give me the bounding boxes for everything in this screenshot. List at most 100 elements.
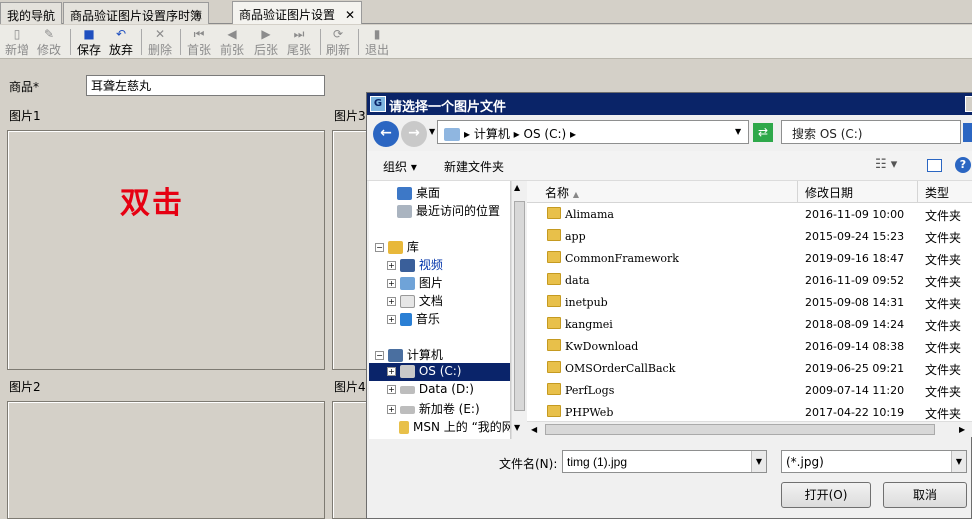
delete-button[interactable]: ✕ 删除 bbox=[145, 27, 175, 57]
toolbar: ▯ 新增 ✎ 修改 ■ 保存 ↶ 放弃 ✕ 删除 ⏮ 首张 ◀ 前张 ▶ 后张 ⏭ 尾张 ⟳ 刷新 … bbox=[0, 25, 972, 59]
goods-input[interactable] bbox=[86, 75, 325, 96]
refresh-icon[interactable]: ⇄ bbox=[753, 123, 773, 142]
tree-item-desktop[interactable]: 桌面 bbox=[369, 183, 510, 201]
image4-label: 图片4 bbox=[334, 380, 366, 394]
column-type[interactable]: 类型 bbox=[925, 184, 949, 201]
tab-my-navigation[interactable]: 我的导航 bbox=[0, 2, 63, 24]
column-name[interactable]: 名称 ▲ bbox=[545, 184, 579, 201]
tree-item-recent[interactable]: 最近访问的位置 bbox=[369, 201, 510, 219]
tab-goods-image-list[interactable]: 商品验证图片设置序时簿 bbox=[63, 2, 210, 24]
preview-pane-icon[interactable] bbox=[927, 159, 942, 172]
exit-button[interactable]: ▮ 退出 bbox=[362, 27, 392, 57]
list-item[interactable]: inetpub 2015-09-08 14:31 文件夹 bbox=[527, 291, 972, 313]
tree-item-music[interactable]: + 音乐 bbox=[369, 309, 510, 327]
list-item[interactable]: CommonFramework 2019-09-16 18:47 文件夹 bbox=[527, 247, 972, 269]
expand-icon[interactable]: + bbox=[387, 279, 396, 288]
list-item[interactable]: PHPWeb 2017-04-22 10:19 文件夹 bbox=[527, 401, 972, 423]
close-tab-icon[interactable]: ✕ bbox=[345, 8, 355, 22]
first-button[interactable]: ⏮ 首张 bbox=[184, 27, 214, 57]
folder-icon bbox=[547, 229, 561, 241]
scroll-up-icon[interactable]: ▲ bbox=[514, 183, 520, 192]
recent-places-icon bbox=[397, 205, 412, 218]
tree-item-pictures[interactable]: + 图片 bbox=[369, 273, 510, 291]
new-folder-button[interactable]: 新建文件夹 bbox=[444, 158, 504, 175]
column-divider[interactable] bbox=[917, 181, 918, 203]
list-horizontal-scrollbar[interactable]: ◀ ▶ bbox=[527, 421, 972, 437]
filename-input[interactable] bbox=[562, 450, 767, 473]
tree-item-documents[interactable]: + 文档 bbox=[369, 291, 510, 309]
edit-button[interactable]: ✎ 修改 bbox=[34, 27, 64, 57]
list-item[interactable]: PerfLogs 2009-07-14 11:20 文件夹 bbox=[527, 379, 972, 401]
address-computer[interactable]: 计算机 bbox=[474, 127, 510, 141]
list-item[interactable]: OMSOrderCallBack 2019-06-25 09:21 文件夹 bbox=[527, 357, 972, 379]
tree-item-data-d[interactable]: + Data (D:) bbox=[369, 381, 510, 399]
pictures-icon bbox=[399, 277, 415, 290]
help-icon[interactable]: ? bbox=[955, 157, 971, 173]
list-item[interactable]: app 2015-09-24 15:23 文件夹 bbox=[527, 225, 972, 247]
collapse-icon[interactable]: − bbox=[375, 351, 384, 360]
tree-scrollbar[interactable]: ▲ ▼ bbox=[511, 181, 527, 439]
tree-item-os-c[interactable]: + OS (C:) bbox=[369, 363, 510, 381]
scroll-left-icon[interactable]: ◀ bbox=[531, 425, 537, 434]
history-dropdown-icon[interactable]: ▼ bbox=[429, 127, 435, 136]
sort-asc-icon: ▲ bbox=[572, 190, 579, 199]
chevron-down-icon[interactable]: ▼ bbox=[751, 451, 766, 472]
file-type-select[interactable]: (*.jpg) bbox=[781, 450, 967, 473]
expand-icon[interactable]: + bbox=[387, 405, 396, 414]
tab-goods-image-settings[interactable]: 商品验证图片设置 ✕ bbox=[232, 1, 363, 24]
address-dropdown-icon[interactable]: ▼ bbox=[735, 127, 741, 136]
new-button[interactable]: ▯ 新增 bbox=[2, 27, 32, 57]
scroll-right-icon[interactable]: ▶ bbox=[959, 425, 965, 434]
list-item[interactable]: Alimama 2016-11-09 10:00 文件夹 bbox=[527, 203, 972, 225]
address-bar[interactable]: ▸ 计算机 ▸ OS (C:) ▸ bbox=[437, 120, 749, 144]
goods-label: 商品* bbox=[9, 80, 40, 94]
scroll-thumb[interactable] bbox=[545, 424, 935, 435]
organize-menu[interactable]: 组织 ▾ bbox=[383, 158, 417, 175]
column-divider[interactable] bbox=[797, 181, 798, 203]
column-date[interactable]: 修改日期 bbox=[805, 184, 853, 201]
back-arrow-icon[interactable]: ← bbox=[373, 121, 399, 147]
next-button[interactable]: ▶ 后张 bbox=[251, 27, 281, 57]
expand-icon[interactable]: + bbox=[387, 367, 396, 376]
tree-item-computer[interactable]: − 计算机 bbox=[369, 345, 510, 363]
chevron-down-icon[interactable]: ▼ bbox=[951, 451, 966, 472]
collapse-icon[interactable]: − bbox=[375, 243, 384, 252]
image1-panel[interactable] bbox=[7, 130, 325, 370]
folder-icon bbox=[547, 207, 561, 219]
refresh-button[interactable]: ⟳ 刷新 bbox=[323, 27, 353, 57]
computer-icon bbox=[387, 349, 403, 362]
tree-item-msn[interactable]: MSN 上的 “我的网 bbox=[369, 417, 510, 435]
list-item[interactable]: data 2016-11-09 09:52 文件夹 bbox=[527, 269, 972, 291]
app-icon: G bbox=[370, 96, 386, 112]
open-button[interactable]: 打开(O) bbox=[781, 482, 871, 508]
exit-door-icon: ▮ bbox=[373, 27, 381, 41]
expand-icon[interactable]: + bbox=[387, 297, 396, 306]
scroll-thumb[interactable] bbox=[514, 201, 525, 411]
list-item[interactable]: KwDownload 2016-09-14 08:38 文件夹 bbox=[527, 335, 972, 357]
save-button[interactable]: ■ 保存 bbox=[74, 27, 104, 57]
last-button[interactable]: ⏭ 尾张 bbox=[284, 27, 314, 57]
tree-item-library[interactable]: − 库 bbox=[369, 237, 510, 255]
image2-panel[interactable] bbox=[7, 401, 325, 519]
forward-arrow-icon[interactable]: → bbox=[401, 121, 427, 147]
tree-item-videos[interactable]: + 视频 bbox=[369, 255, 510, 273]
music-icon bbox=[399, 313, 412, 326]
expand-icon[interactable]: + bbox=[387, 315, 396, 324]
expand-icon[interactable]: + bbox=[387, 385, 396, 394]
previous-button[interactable]: ◀ 前张 bbox=[217, 27, 247, 57]
tree-item-new-e[interactable]: + 新加卷 (E:) bbox=[369, 399, 510, 417]
search-input[interactable]: 搜索 OS (C:) bbox=[781, 120, 961, 144]
close-button[interactable] bbox=[965, 96, 972, 112]
search-icon[interactable] bbox=[963, 123, 972, 142]
toolbar-divider bbox=[358, 29, 359, 55]
discard-button[interactable]: ↶ 放弃 bbox=[106, 27, 136, 57]
address-drive[interactable]: OS (C:) bbox=[524, 127, 567, 141]
list-item[interactable]: kangmei 2018-08-09 14:24 文件夹 bbox=[527, 313, 972, 335]
folder-icon bbox=[547, 273, 561, 285]
double-click-hint: 双击 bbox=[120, 186, 184, 221]
cancel-button[interactable]: 取消 bbox=[883, 482, 967, 508]
scroll-down-icon[interactable]: ▼ bbox=[514, 423, 520, 432]
image3-label: 图片3 bbox=[334, 109, 366, 123]
expand-icon[interactable]: + bbox=[387, 261, 396, 270]
view-options-icon[interactable]: ☷ ▾ bbox=[875, 157, 897, 172]
